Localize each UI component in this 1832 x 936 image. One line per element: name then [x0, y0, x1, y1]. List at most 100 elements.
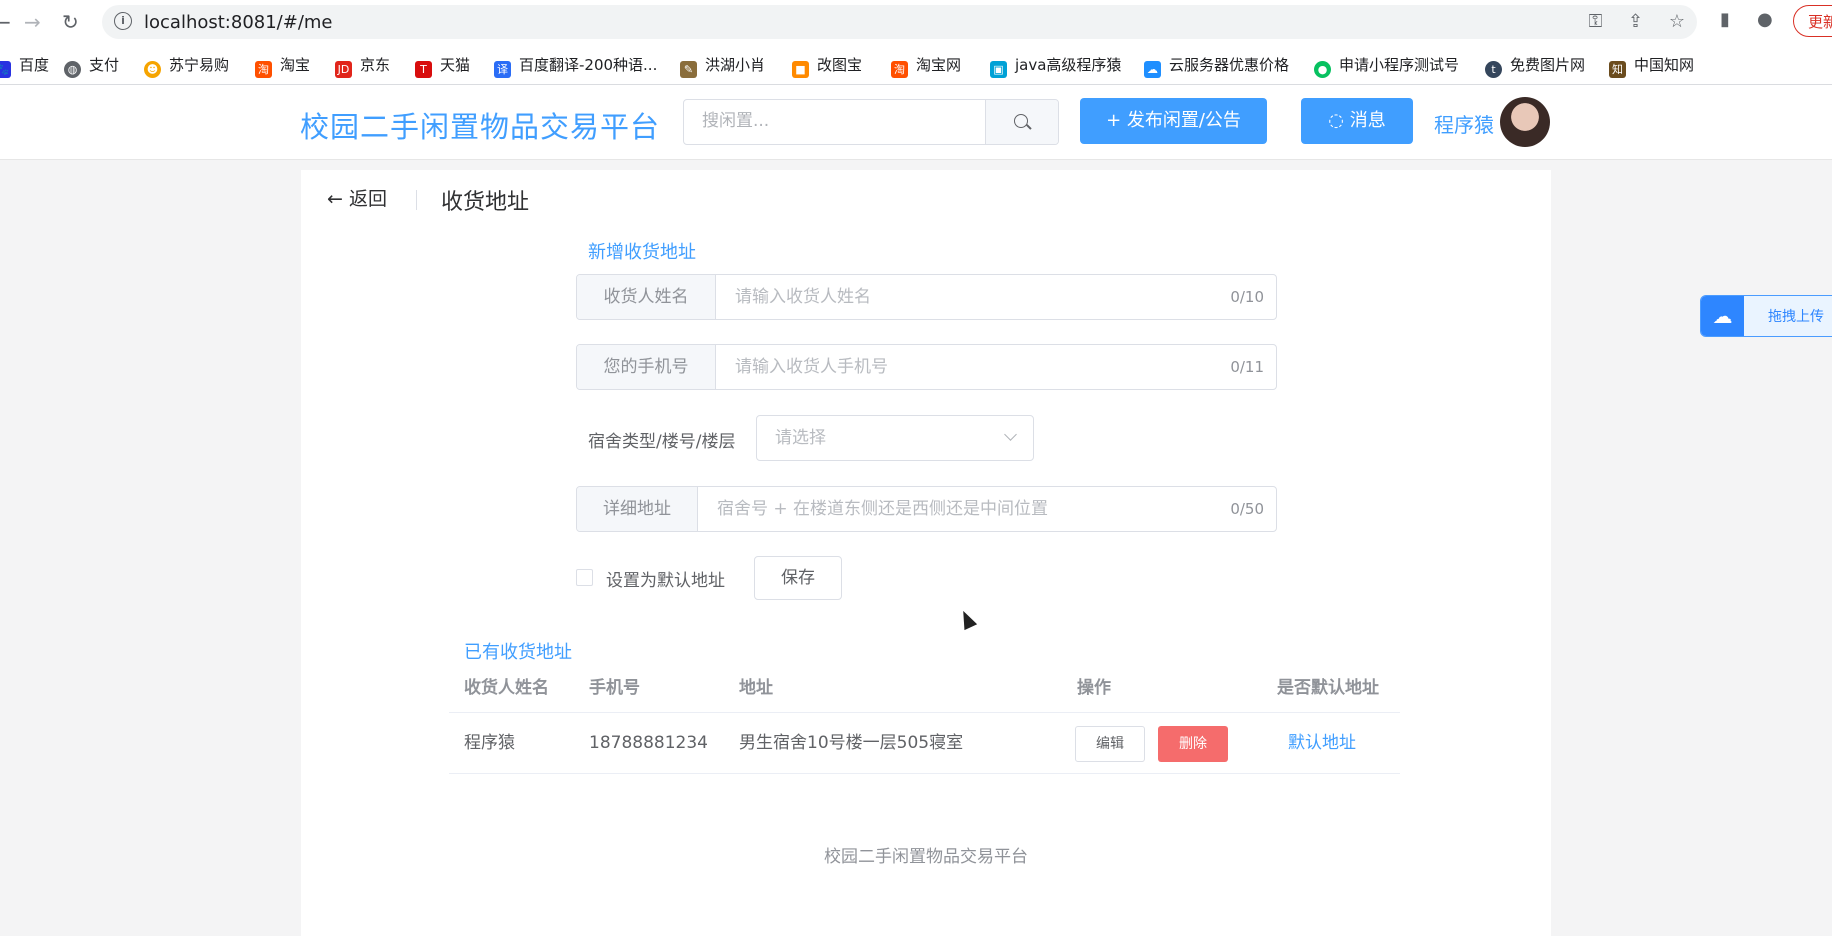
bookmark-item[interactable]: 淘淘宝网 — [891, 54, 961, 78]
phone-counter: 0/11 — [1230, 358, 1264, 376]
back-link[interactable]: ← 返回 — [327, 184, 387, 211]
cell-receiver-name: 程序猿 — [464, 733, 515, 753]
bookmark-item[interactable]: ● 申请小程序测试号 — [1314, 54, 1459, 78]
search-button[interactable] — [985, 100, 1058, 144]
star-icon[interactable]: ☆ — [1669, 11, 1685, 32]
side-panel-icon[interactable]: ▮ — [1720, 9, 1730, 30]
chat-icon: ◌ — [1328, 110, 1344, 131]
cell-phone: 18788881234 — [589, 733, 708, 753]
key-icon[interactable]: ⚿ — [1589, 11, 1603, 32]
bookmark-item[interactable]: ▣ java高级程序猿 — [990, 54, 1121, 78]
receiver-name-field: 收货人姓名 请输入收货人姓名 0/10 — [576, 274, 1277, 320]
table-header: 收货人姓名 手机号 地址 操作 是否默认地址 — [449, 664, 1400, 713]
site-title[interactable]: 校园二手闲置物品交易平台 — [300, 104, 660, 146]
receiver-name-input[interactable]: 请输入收货人姓名 — [735, 275, 871, 319]
suning-icon: ☻ — [144, 61, 161, 78]
back-arrow-icon[interactable]: ← — [0, 10, 11, 34]
cloud-icon: ☁ — [1144, 61, 1161, 78]
bookmark-item[interactable]: 译百度翻译-200种语... — [494, 54, 657, 78]
profile-icon[interactable]: ● — [1757, 9, 1773, 30]
cell-address: 男生宿舍10号楼一层505寝室 — [739, 733, 964, 753]
url-text[interactable]: localhost:8081/#/me — [144, 12, 333, 33]
bookmark-item[interactable]: T 天猫 — [415, 54, 470, 78]
col-address: 地址 — [739, 678, 773, 698]
default-address-checkbox[interactable] — [576, 569, 593, 586]
browser-toolbar: ← → ↻ i localhost:8081/#/me ⚿ ⇪ ☆ ▮ ● 更新 — [0, 0, 1832, 44]
col-phone: 手机号 — [589, 678, 640, 698]
edit-button[interactable]: 编辑 — [1075, 726, 1145, 762]
phone-field: 您的手机号 请输入收货人手机号 0/11 — [576, 344, 1277, 390]
table-row: 程序猿 18788881234 男生宿舍10号楼一层505寝室 编辑 删除 默认… — [449, 713, 1400, 774]
bookmark-item[interactable]: ◍ 支付 — [64, 54, 119, 78]
bilibili-icon: ▣ — [990, 61, 1007, 78]
bookmark-item[interactable]: 知中国知网 — [1609, 54, 1694, 78]
phone-input[interactable]: 请输入收货人手机号 — [735, 345, 888, 389]
baidu-translate-icon: 译 — [494, 61, 511, 78]
search-box — [683, 99, 1059, 145]
upload-widget[interactable]: ☁ 拖拽上传 — [1700, 295, 1832, 337]
bookmark-item[interactable]: 淘淘宝 — [255, 54, 310, 78]
bookmark-item[interactable]: ☁ 云服务器优惠价格 — [1144, 54, 1289, 78]
tumblr-icon: t — [1485, 61, 1502, 78]
avatar[interactable] — [1500, 97, 1550, 147]
taobao-icon: 淘 — [255, 61, 272, 78]
existing-addresses-title: 已有收货地址 — [464, 642, 572, 663]
site-info-icon[interactable]: i — [114, 12, 132, 30]
search-input[interactable] — [684, 100, 984, 142]
bookmark-item[interactable]: JD 京东 — [335, 54, 390, 78]
bookmark-item[interactable]: t 免费图片网 — [1485, 54, 1585, 78]
detail-address-counter: 0/50 — [1230, 500, 1264, 518]
bookmark-item[interactable]: ✎ 洪湖小肖 — [680, 54, 765, 78]
address-bar[interactable]: i localhost:8081/#/me ⚿ ⇪ ☆ — [102, 5, 1697, 39]
bookmark-item[interactable]: ☻ 苏宁易购 — [144, 54, 229, 78]
message-button[interactable]: ◌ 消息 — [1301, 98, 1413, 144]
detail-address-field: 详细地址 宿舍号 + 在楼道东侧还是西侧还是中间位置 0/50 — [576, 486, 1277, 532]
search-icon — [1014, 114, 1028, 128]
bookmarks-bar: 🐾 百度 ◍ 支付 ☻ 苏宁易购 淘淘宝 JD 京东 T 天猫 译百度翻译-200种语..… — [0, 44, 1832, 85]
share-icon[interactable]: ⇪ — [1628, 11, 1643, 32]
col-receiver-name: 收货人姓名 — [464, 678, 549, 698]
globe-icon: ◍ — [64, 61, 81, 78]
forward-arrow-icon[interactable]: → — [24, 10, 41, 34]
address-table: 收货人姓名 手机号 地址 操作 是否默认地址 程序猿 18788881234 男… — [449, 664, 1400, 774]
cnki-icon: 知 — [1609, 61, 1626, 78]
detail-address-label: 详细地址 — [577, 487, 698, 531]
taobao-icon: 淘 — [891, 61, 908, 78]
bookmark-item[interactable]: ■ 改图宝 — [792, 54, 862, 78]
dorm-select[interactable]: 请选择 — [756, 415, 1034, 461]
receiver-name-counter: 0/10 — [1230, 288, 1264, 306]
divider — [416, 190, 417, 210]
new-address-title: 新增收货地址 — [588, 242, 696, 263]
default-address-link[interactable]: 默认地址 — [1288, 713, 1356, 773]
dorm-select-placeholder: 请选择 — [775, 428, 826, 448]
dorm-select-label: 宿舍类型/楼号/楼层 — [588, 432, 736, 452]
save-button[interactable]: 保存 — [754, 556, 842, 600]
publish-button[interactable]: + 发布闲置/公告 — [1080, 98, 1267, 144]
gaitubao-icon: ■ — [792, 61, 809, 78]
app-header: 校园二手闲置物品交易平台 + 发布闲置/公告 ◌ 消息 程序猿 — [0, 85, 1832, 160]
receiver-name-label: 收货人姓名 — [577, 275, 716, 319]
col-is-default: 是否默认地址 — [1277, 678, 1379, 698]
main-card: ← 返回 收货地址 新增收货地址 收货人姓名 请输入收货人姓名 0/10 您的手… — [301, 170, 1551, 936]
page-title: 收货地址 — [441, 190, 530, 215]
cloud-upload-icon: ☁ — [1701, 296, 1744, 336]
upload-widget-label: 拖拽上传 — [1768, 309, 1824, 325]
chevron-down-icon — [1004, 428, 1017, 441]
footer-text: 校园二手闲置物品交易平台 — [824, 847, 1028, 867]
col-actions: 操作 — [1077, 678, 1111, 698]
phone-label: 您的手机号 — [577, 345, 716, 389]
default-address-checkbox-label[interactable]: 设置为默认地址 — [606, 566, 725, 591]
message-label: 消息 — [1349, 110, 1386, 131]
jd-icon: JD — [335, 61, 352, 78]
feather-icon: ✎ — [680, 61, 697, 78]
detail-address-input[interactable]: 宿舍号 + 在楼道东侧还是西侧还是中间位置 — [717, 487, 1048, 531]
wechat-icon: ● — [1314, 61, 1331, 78]
back-label: 返回 — [348, 188, 387, 210]
arrow-left-icon: ← — [327, 188, 343, 210]
bookmark-item[interactable]: 🐾 百度 — [0, 54, 49, 78]
reload-icon[interactable]: ↻ — [62, 10, 79, 34]
baidu-icon: 🐾 — [0, 61, 11, 78]
user-name[interactable]: 程序猿 — [1434, 109, 1494, 138]
update-button[interactable]: 更新 — [1793, 5, 1832, 37]
delete-button[interactable]: 删除 — [1158, 726, 1228, 762]
